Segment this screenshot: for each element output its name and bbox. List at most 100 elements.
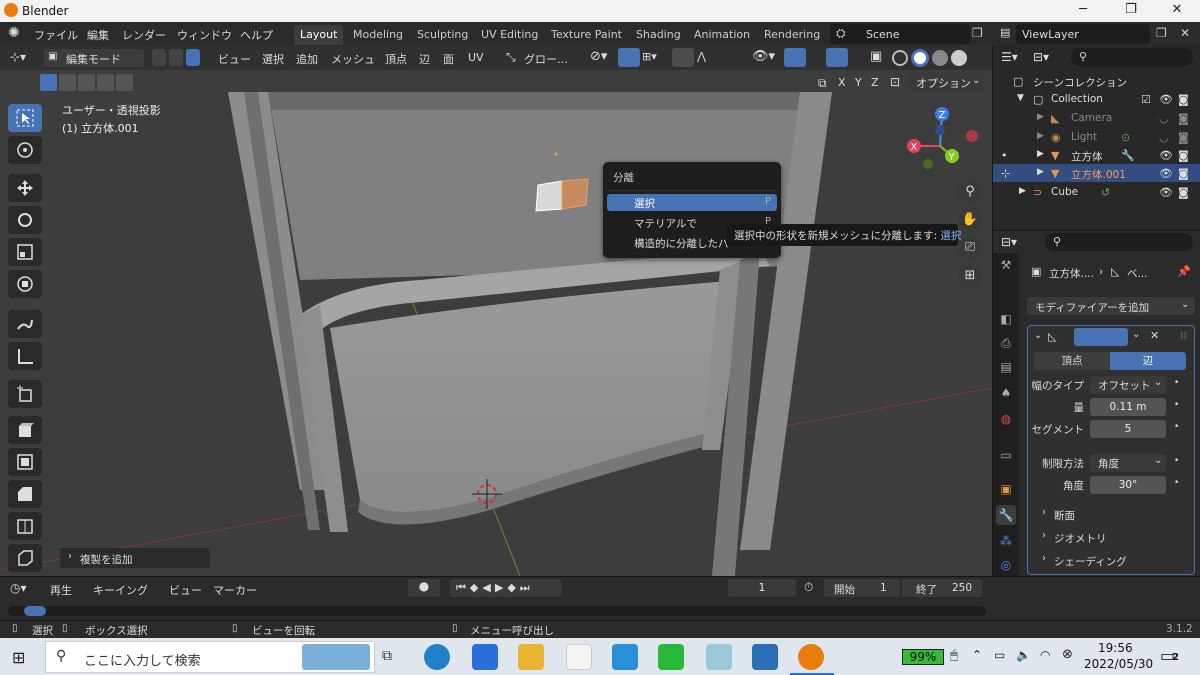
clock-date[interactable]: 2022/05/30 (1084, 657, 1153, 671)
chevron-down-icon[interactable]: ⌄ (1132, 329, 1140, 340)
outliner-row-cube[interactable]: ▶ ⊃ Cube ↺ 👁 ◙ (993, 183, 1200, 201)
scale-tool[interactable] (8, 238, 42, 266)
menu-file[interactable]: ファイル (34, 27, 78, 43)
proportional-edit-toggle[interactable] (672, 48, 694, 67)
auto-merge-icon[interactable]: ⊡ (890, 75, 900, 89)
transform-tool[interactable] (8, 270, 42, 298)
select-subtract-icon[interactable] (78, 74, 95, 91)
outliner-row-light[interactable]: ▶ ◉ Light ⊙ ◡ ◙ (993, 128, 1200, 146)
menu-window[interactable]: ウィンドウ (177, 27, 232, 43)
new-scene-icon[interactable]: ❐ (972, 26, 983, 40)
eye-icon[interactable]: 👁 (1159, 186, 1173, 199)
menu-select[interactable]: 選択 (262, 51, 284, 67)
camera-icon[interactable]: ◙ (1178, 93, 1189, 106)
select-mode-group[interactable] (40, 74, 133, 92)
3d-viewport[interactable]: ユーザー・透視投影 (1) 立方体.001 ⧉ X Y Z ⊡ オプション ⌄ … (0, 70, 992, 576)
collapse-chevron-icon[interactable]: ⌄ (1034, 330, 1042, 341)
close-icon[interactable]: ✕ (1154, 2, 1200, 20)
outliner-editor-icon[interactable]: ☰▾ (1001, 50, 1018, 64)
camera-view-icon[interactable]: ⎚ (958, 236, 982, 260)
chevron-right-icon[interactable]: ▶ (1037, 149, 1044, 159)
properties-search-input[interactable]: ⚲ (1045, 233, 1193, 251)
menu-timeline-view[interactable]: ビュー (169, 582, 202, 598)
outliner-search-input[interactable]: ⚲ (1071, 48, 1193, 66)
tab-rendering[interactable]: Rendering (758, 25, 826, 45)
eye-closed-icon[interactable]: ◡ (1159, 112, 1169, 125)
limit-method-dropdown[interactable]: 角度 ⌄ (1090, 454, 1166, 472)
chevron-down-icon[interactable]: ▼ (1017, 93, 1024, 103)
select-invert-icon[interactable] (97, 74, 114, 91)
world-tab-icon[interactable]: ◍ (996, 409, 1016, 429)
start-frame-field[interactable]: 開始 1 (824, 579, 900, 597)
tab-texture-paint[interactable]: Texture Paint (545, 25, 628, 45)
timeline-editor-icon[interactable]: ◷▾ (10, 581, 27, 595)
menu-mesh[interactable]: メッシュ (331, 51, 375, 67)
annotate-tool[interactable] (8, 310, 42, 338)
store-icon[interactable] (472, 644, 498, 670)
checkbox-icon[interactable]: ☑ (1141, 93, 1151, 106)
cursor-tool[interactable] (8, 136, 42, 164)
tab-animation[interactable]: Animation (688, 25, 756, 45)
camera-icon[interactable]: ◙ (1178, 149, 1189, 162)
segments-field[interactable]: 5 (1090, 420, 1166, 438)
menu-uv[interactable]: UV (468, 51, 484, 64)
affect-edges-button[interactable]: 辺 (1110, 352, 1186, 370)
menu-marker[interactable]: マーカー (213, 582, 257, 598)
itunes-icon[interactable] (566, 644, 592, 670)
mirror-z-toggle[interactable]: Z (871, 76, 879, 89)
wifi-icon[interactable]: ◠ (1040, 648, 1050, 662)
tab-layout[interactable]: Layout (294, 25, 344, 45)
xray-icon[interactable]: ▣ (870, 49, 882, 64)
gizmo-toggle[interactable] (784, 48, 806, 67)
play-reverse-icon[interactable]: ◀ (482, 581, 494, 594)
shading-modes[interactable] (892, 49, 972, 67)
minimize-icon[interactable]: ─ (1060, 2, 1106, 20)
falloff-icon[interactable]: ⋀ (697, 50, 706, 63)
line-app-icon[interactable] (658, 644, 684, 670)
play-icon[interactable]: ▶ (495, 581, 507, 594)
tab-modeling[interactable]: Modeling (347, 25, 409, 45)
scene-tab-icon[interactable]: ♠ (996, 383, 1016, 403)
tab-sculpting[interactable]: Sculpting (411, 25, 474, 45)
render-tab-icon[interactable]: ◧ (996, 309, 1016, 329)
auto-keying-icon[interactable]: ● (408, 579, 440, 597)
amount-field[interactable]: 0.11 m (1090, 398, 1166, 416)
clock-time[interactable]: 19:56 (1098, 641, 1133, 655)
jump-start-icon[interactable]: ⏮ (456, 581, 470, 594)
zoom-icon[interactable]: ⚲ (958, 180, 982, 204)
maximize-icon[interactable]: ❐ (1108, 2, 1154, 20)
display-mode-icon[interactable]: ⊟▾ (1033, 50, 1049, 64)
options-dropdown[interactable]: オプション ⌄ (908, 73, 984, 91)
outliner-row-cube-jp[interactable]: • ▶ ▼ 立方体 🔧 👁 ◙ (993, 146, 1200, 164)
keyframe-dot-icon[interactable]: • (1174, 456, 1179, 466)
pivot-icon[interactable]: ⊘▾ (590, 49, 607, 64)
menu-help[interactable]: ヘルプ (240, 27, 273, 43)
windows-start-icon[interactable]: ⊞ (12, 648, 25, 667)
rendered-shading-icon[interactable] (951, 50, 967, 66)
visibility-icon[interactable]: 👁▾ (752, 49, 775, 64)
end-frame-field[interactable]: 終了 250 (902, 579, 982, 597)
knife-tool[interactable] (8, 544, 42, 572)
rotate-tool[interactable] (8, 206, 42, 234)
jump-end-icon[interactable]: ⏭ (520, 581, 534, 594)
vertex-select-button[interactable] (152, 49, 166, 66)
camera-icon[interactable]: ◙ (1178, 112, 1189, 125)
output-tab-icon[interactable]: ⎙ (996, 333, 1016, 353)
add-modifier-button[interactable]: モディファイアーを追加 ⌄ (1027, 297, 1195, 315)
timeline-scrubber[interactable] (8, 606, 986, 616)
chevron-right-icon[interactable]: ▶ (1037, 131, 1044, 141)
menu-playback[interactable]: 再生 (50, 582, 72, 598)
keyframe-dot-icon[interactable]: • (1174, 422, 1179, 432)
angle-field[interactable]: 30° (1090, 476, 1166, 494)
move-tool[interactable] (8, 174, 42, 202)
mirror-icon[interactable]: ⧉ (818, 76, 827, 91)
scene-selector[interactable]: ⛭ Scene (830, 24, 970, 44)
blender-menu-icon[interactable]: ✺ (8, 25, 20, 41)
eye-icon[interactable]: 👁 (1159, 93, 1173, 106)
eye-icon[interactable]: 👁 (1159, 149, 1173, 162)
file-explorer-icon[interactable] (518, 644, 544, 670)
view-layer-tab-icon[interactable]: ▤ (996, 357, 1016, 377)
menu-keying[interactable]: キーイング (93, 582, 148, 598)
edge-browser-icon[interactable] (424, 644, 450, 670)
snap-toggle[interactable] (618, 48, 640, 67)
